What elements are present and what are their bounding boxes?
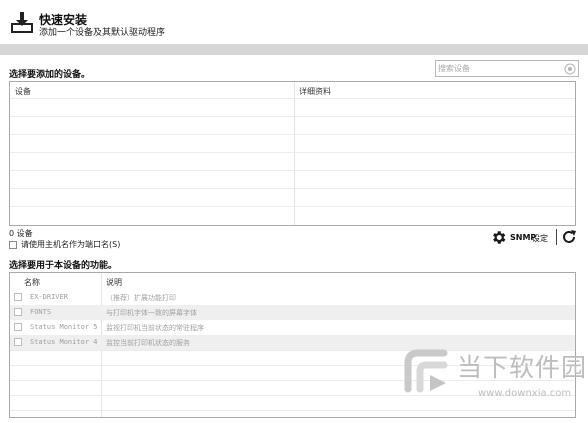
clear-search-icon[interactable] xyxy=(564,63,576,75)
header: 快速安装 添加一个设备及其默认驱动程序 xyxy=(0,0,588,44)
table-row-line xyxy=(10,116,575,117)
function-description: 与打印机字体一致的屏幕字体 xyxy=(106,309,197,317)
snmp-settings-button[interactable]: 设定 xyxy=(532,233,548,244)
page-subtitle: 添加一个设备及其默认驱动程序 xyxy=(39,28,166,38)
use-host-name-label[interactable]: 请使用主机名作为端口名(S) xyxy=(21,239,120,250)
row-checkbox[interactable] xyxy=(14,323,22,331)
table-row[interactable]: EX-DRIVER （推荐）扩展功能打印 xyxy=(10,290,575,305)
toolbar-separator xyxy=(556,229,557,245)
function-description: 监视打印机当前状态的常驻程序 xyxy=(106,324,204,332)
row-checkbox[interactable] xyxy=(14,338,22,346)
search-box[interactable] xyxy=(435,60,579,77)
function-name: EX-DRIVER xyxy=(30,293,68,301)
device-count: 0 设备 xyxy=(9,229,33,238)
column-header-device[interactable]: 设备 xyxy=(15,86,31,97)
use-host-name-option[interactable]: 请使用主机名作为端口名(S) xyxy=(9,239,120,250)
search-input[interactable] xyxy=(438,62,560,75)
table-row-line xyxy=(10,170,575,171)
column-divider xyxy=(294,82,295,225)
table-row-line xyxy=(10,188,575,189)
table-row-line xyxy=(10,152,575,153)
function-name: FONTS xyxy=(30,308,52,316)
row-checkbox[interactable] xyxy=(14,293,22,301)
function-description: （推荐）扩展功能打印 xyxy=(106,294,176,302)
device-table[interactable]: 设备 详细资料 xyxy=(9,81,576,226)
watermark-text: 当下软件园 xyxy=(457,353,588,382)
function-description: 监控当前打印机状态的服务 xyxy=(106,339,190,347)
column-header-name[interactable]: 名称 xyxy=(24,277,40,288)
column-header-details[interactable]: 详细资料 xyxy=(299,86,331,97)
table-row-line xyxy=(10,98,575,99)
watermark-logo-icon xyxy=(404,349,448,393)
watermark: 当下软件园 www.downxia.com xyxy=(400,345,586,417)
table-row[interactable]: Status Monitor 5 监视打印机当前状态的常驻程序 xyxy=(10,320,575,335)
download-tray-icon xyxy=(11,12,33,33)
function-name: Status Monitor 5 xyxy=(30,323,98,331)
watermark-url: www.downxia.com xyxy=(478,388,572,399)
use-host-name-checkbox[interactable] xyxy=(9,240,17,249)
column-header-description[interactable]: 说明 xyxy=(106,277,122,288)
table-row-line xyxy=(10,134,575,135)
row-checkbox[interactable] xyxy=(14,308,22,316)
function-name: Status Monitor 4 xyxy=(30,338,98,346)
table-row-line xyxy=(10,206,575,207)
device-section-label: 选择要添加的设备。 xyxy=(9,70,91,80)
gear-icon[interactable] xyxy=(490,229,507,246)
refresh-icon[interactable] xyxy=(560,228,578,246)
header-divider xyxy=(0,44,588,55)
function-section-label: 选择要用于本设备的功能。 xyxy=(9,261,118,271)
table-row[interactable]: FONTS 与打印机字体一致的屏幕字体 xyxy=(10,305,575,320)
